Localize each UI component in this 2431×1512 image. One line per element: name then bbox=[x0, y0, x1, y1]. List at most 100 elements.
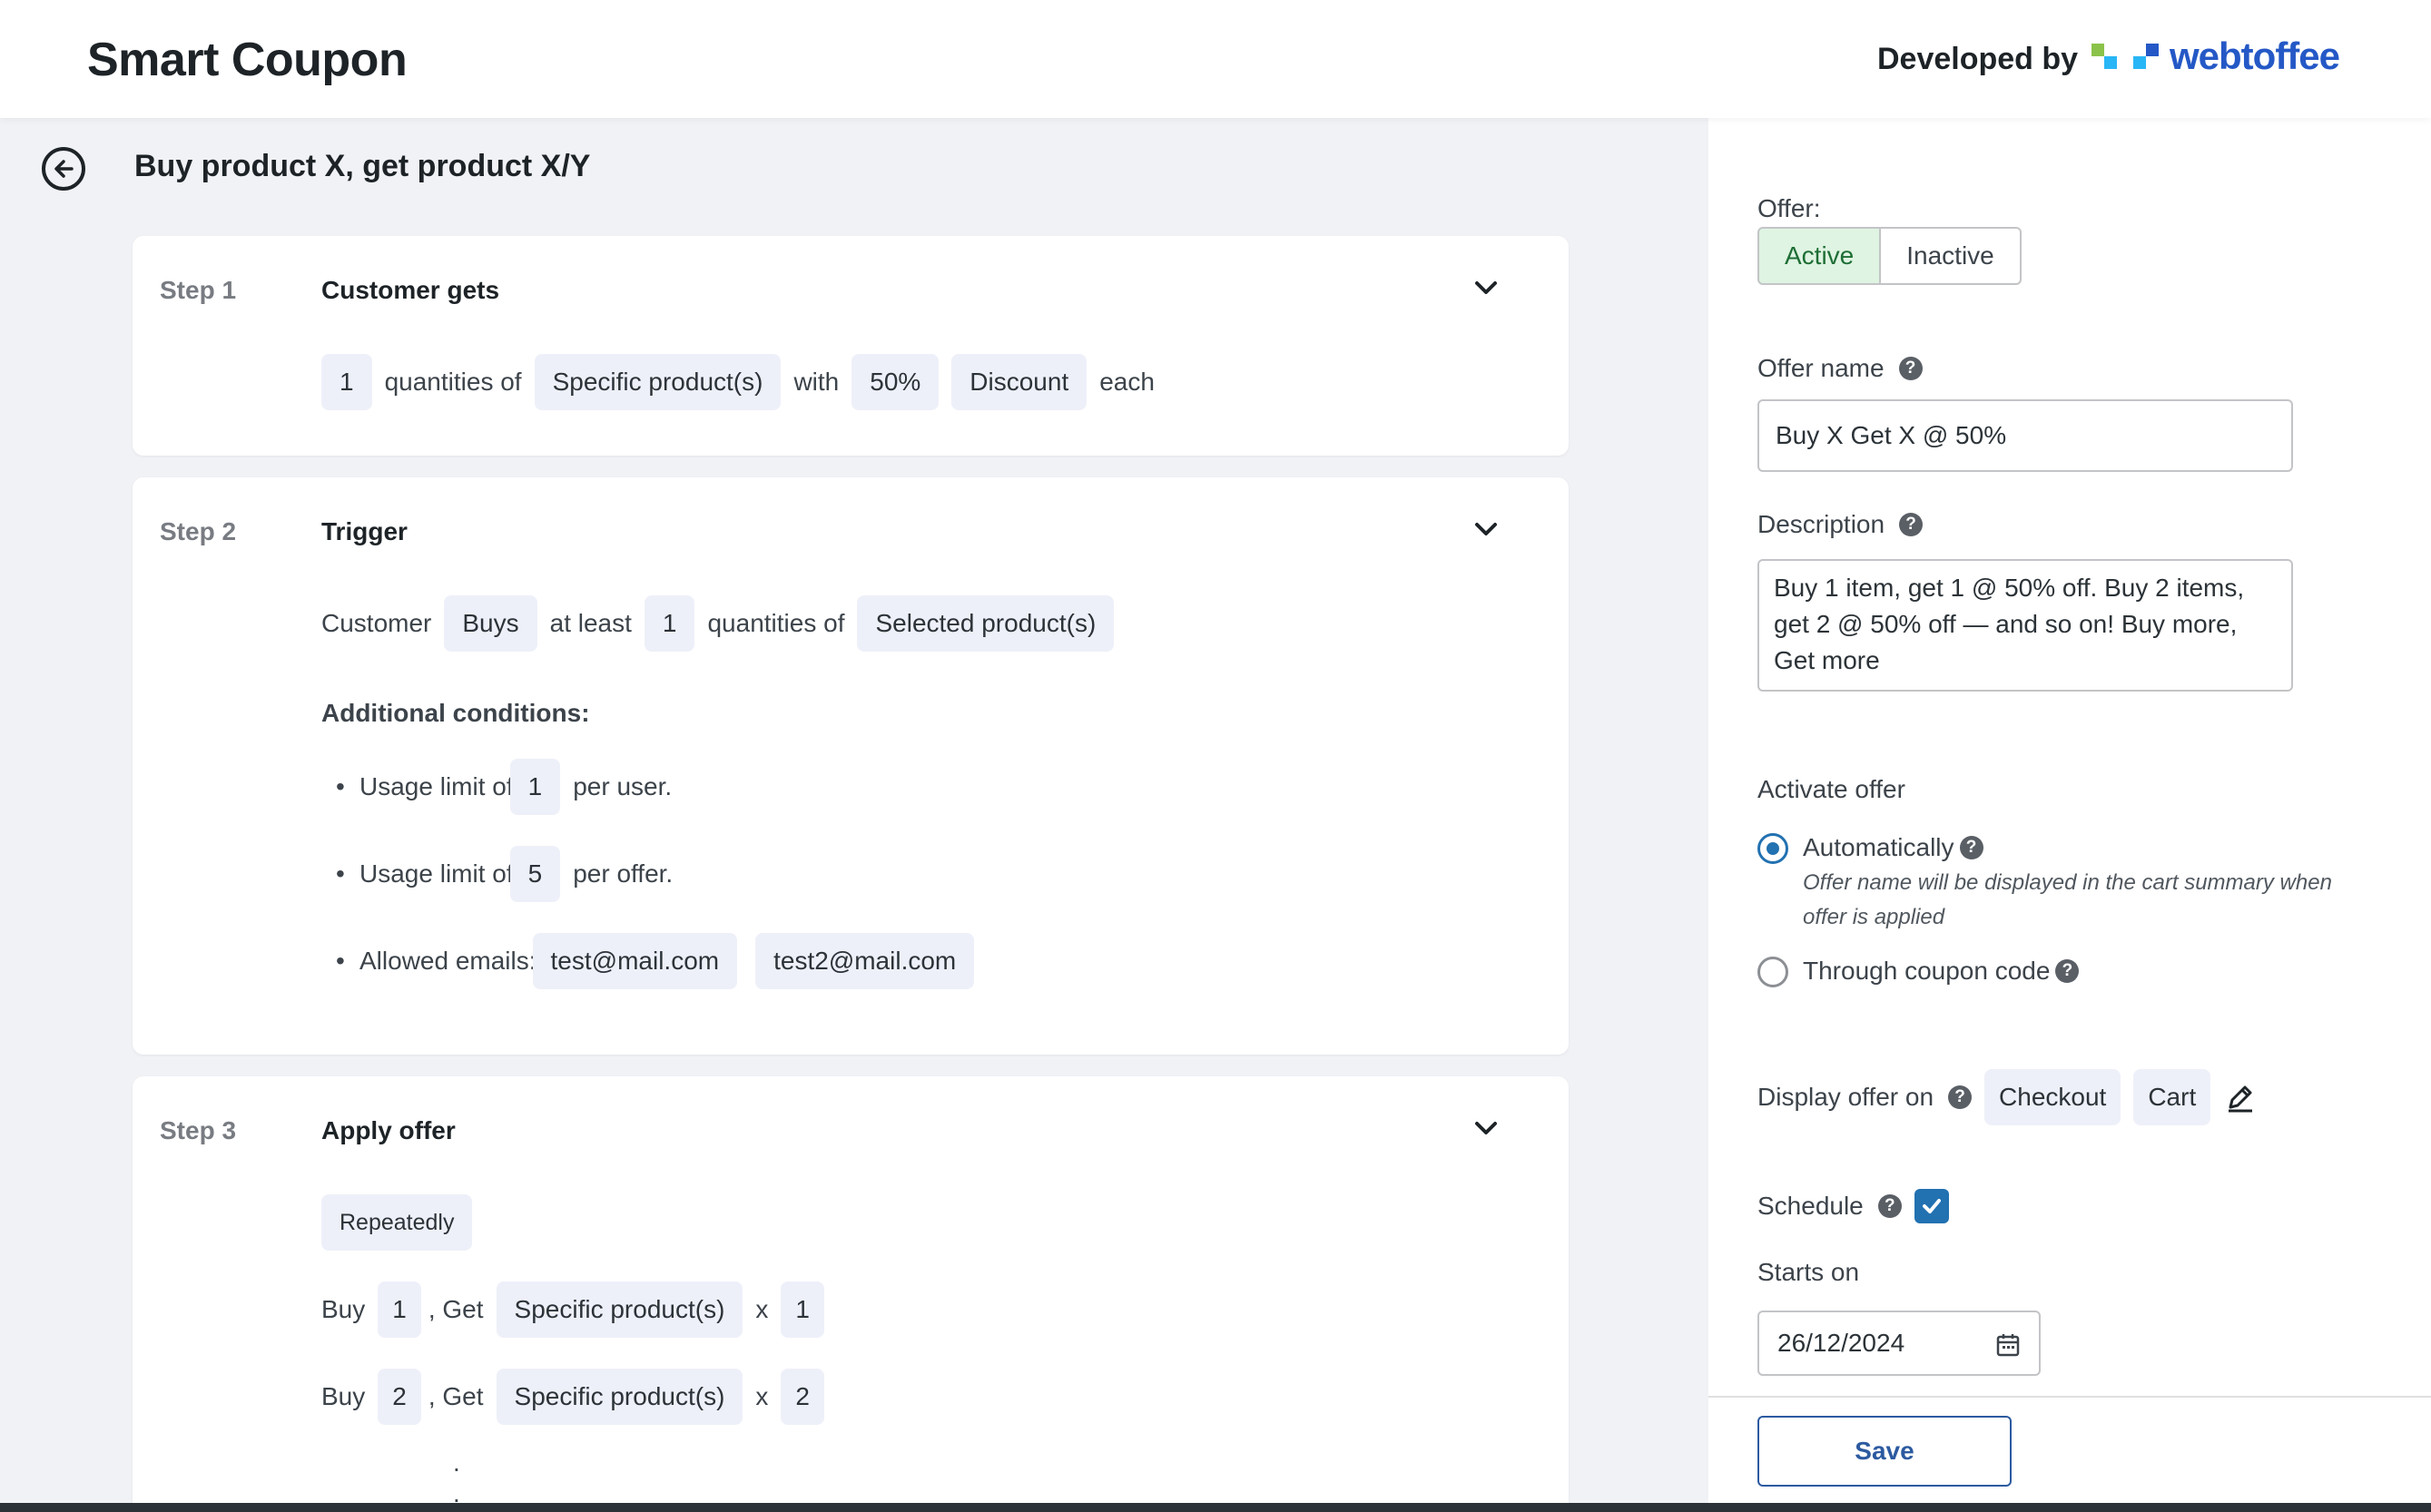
email-chip[interactable]: test2@mail.com bbox=[755, 933, 975, 989]
static-text: x bbox=[755, 1295, 769, 1323]
static-text: quantities of bbox=[707, 609, 845, 637]
schedule-row: Schedule ? bbox=[1757, 1189, 1949, 1223]
static-text: Buy bbox=[321, 1382, 366, 1410]
back-button[interactable] bbox=[42, 147, 85, 191]
static-text: Usage limit of bbox=[359, 772, 514, 800]
static-text: Usage limit of bbox=[359, 859, 514, 888]
condition-item: Allowed emails: test@mail.com test2@mail… bbox=[336, 933, 987, 989]
page-title: Buy product X, get product X/Y bbox=[134, 149, 591, 183]
offer-inactive-button[interactable]: Inactive bbox=[1881, 227, 2022, 285]
footer-divider bbox=[1708, 1396, 2431, 1398]
label-text: Description bbox=[1757, 510, 1885, 538]
coupon-code-label: Through coupon code ? bbox=[1803, 957, 2080, 986]
condition-item: Usage limit of 5 per offer. bbox=[336, 846, 674, 902]
label-text: Schedule bbox=[1757, 1192, 1864, 1220]
rule-row: Buy 1 , Get Specific product(s) x 1 bbox=[321, 1281, 837, 1338]
help-icon[interactable]: ? bbox=[1948, 1085, 1973, 1109]
usage-limit-offer-chip[interactable]: 5 bbox=[509, 846, 561, 902]
brand-name: webtoffee bbox=[2170, 34, 2340, 77]
display-offer-row: Display offer on ? Checkout Cart bbox=[1757, 1069, 2256, 1125]
coupon-code-radio[interactable] bbox=[1757, 957, 1788, 987]
label-text: Automatically bbox=[1803, 833, 1954, 861]
step-label: Step 1 bbox=[160, 276, 237, 304]
usage-limit-user-chip[interactable]: 1 bbox=[509, 759, 561, 815]
description-label: Description ? bbox=[1757, 510, 1924, 539]
customer-gets-row: 1 quantities of Specific product(s) with… bbox=[321, 354, 1167, 410]
ellipsis-dot: . bbox=[453, 1448, 460, 1477]
arrow-left-icon bbox=[54, 160, 74, 178]
static-text: per user. bbox=[573, 772, 673, 800]
additional-conditions-title: Additional conditions: bbox=[321, 699, 590, 727]
chevron-down-icon[interactable] bbox=[1471, 1113, 1501, 1144]
offer-name-input[interactable]: Buy X Get X @ 50% bbox=[1757, 399, 2293, 472]
offer-status-label: Offer: bbox=[1757, 194, 1821, 222]
help-icon[interactable]: ? bbox=[1877, 1194, 1902, 1218]
display-cart-pill[interactable]: Cart bbox=[2133, 1069, 2211, 1125]
step-2-card: Step 2 Trigger Customer Buys at least 1 … bbox=[133, 477, 1569, 1055]
help-icon[interactable]: ? bbox=[1899, 513, 1924, 536]
help-icon[interactable]: ? bbox=[1898, 357, 1923, 380]
product-chip[interactable]: Specific product(s) bbox=[496, 1369, 743, 1425]
help-icon[interactable]: ? bbox=[2055, 959, 2080, 983]
get-quantity-chip[interactable]: 2 bbox=[781, 1369, 824, 1425]
step-label: Step 2 bbox=[160, 517, 237, 545]
apply-mode-row: Repeatedly bbox=[321, 1194, 485, 1251]
condition-item: Usage limit of 1 per user. bbox=[336, 759, 673, 815]
auto-activate-radio[interactable] bbox=[1757, 833, 1788, 864]
starts-on-label: Starts on bbox=[1757, 1258, 1860, 1286]
calendar-icon[interactable] bbox=[1995, 1332, 2021, 1358]
buy-quantity-chip[interactable]: 1 bbox=[378, 1281, 421, 1338]
step-3-card: Step 3 Apply offer Repeatedly Buy 1 , Ge… bbox=[133, 1076, 1569, 1512]
description-textarea[interactable]: Buy 1 item, get 1 @ 50% off. Buy 2 items… bbox=[1757, 559, 2293, 692]
repeat-mode-chip[interactable]: Repeatedly bbox=[321, 1194, 473, 1251]
start-date-input[interactable]: 26/12/2024 bbox=[1757, 1311, 2041, 1376]
trigger-row: Customer Buys at least 1 quantities of S… bbox=[321, 595, 1127, 652]
step-title: Apply offer bbox=[321, 1116, 456, 1144]
step-title: Customer gets bbox=[321, 276, 500, 304]
offer-active-button[interactable]: Active bbox=[1757, 227, 1882, 285]
discount-type-chip[interactable]: Discount bbox=[951, 354, 1088, 410]
quantity-chip[interactable]: 1 bbox=[644, 595, 695, 652]
email-chip[interactable]: test@mail.com bbox=[532, 933, 738, 989]
static-text: with bbox=[793, 368, 840, 396]
bottom-edge bbox=[0, 1503, 2431, 1512]
action-chip[interactable]: Buys bbox=[444, 595, 537, 652]
static-text: , Get bbox=[428, 1382, 484, 1410]
chevron-down-icon[interactable] bbox=[1471, 514, 1501, 545]
get-quantity-chip[interactable]: 1 bbox=[781, 1281, 824, 1338]
product-chip[interactable]: Specific product(s) bbox=[534, 354, 782, 410]
save-button[interactable]: Save bbox=[1757, 1416, 2012, 1487]
label-text: Offer name bbox=[1757, 354, 1885, 382]
step-title: Trigger bbox=[321, 517, 408, 545]
static-text: x bbox=[755, 1382, 769, 1410]
display-checkout-pill[interactable]: Checkout bbox=[1984, 1069, 2121, 1125]
static-text: quantities of bbox=[384, 368, 522, 396]
offer-name-label: Offer name ? bbox=[1757, 354, 1923, 383]
static-text: , Get bbox=[428, 1295, 484, 1323]
static-text: per offer. bbox=[573, 859, 674, 888]
step-1-card: Step 1 Customer gets 1 quantities of Spe… bbox=[133, 236, 1569, 456]
label-text: Display offer on bbox=[1757, 1083, 1934, 1111]
schedule-checkbox[interactable] bbox=[1914, 1189, 1949, 1223]
static-text: Buy bbox=[321, 1295, 366, 1323]
edit-pencil-icon[interactable] bbox=[2225, 1082, 2256, 1113]
auto-activate-label: Automatically ? bbox=[1803, 833, 1983, 862]
help-icon[interactable]: ? bbox=[1959, 836, 1983, 859]
buy-quantity-chip[interactable]: 2 bbox=[378, 1369, 421, 1425]
rule-row: Buy 2 , Get Specific product(s) x 2 bbox=[321, 1369, 837, 1425]
product-chip[interactable]: Selected product(s) bbox=[857, 595, 1115, 652]
activate-offer-label: Activate offer bbox=[1757, 775, 1905, 803]
checkmark-icon bbox=[1922, 1199, 1941, 1213]
quantity-chip[interactable]: 1 bbox=[321, 354, 372, 410]
chevron-down-icon[interactable] bbox=[1471, 272, 1501, 303]
auto-activate-hint: Offer name will be displayed in the cart… bbox=[1803, 870, 2332, 929]
developed-by-label: Developed by bbox=[1877, 42, 2079, 76]
start-date-value: 26/12/2024 bbox=[1777, 1329, 1905, 1357]
static-text: Customer bbox=[321, 609, 432, 637]
offer-status-toggle: Active Inactive bbox=[1757, 227, 2022, 285]
top-bar: Smart Coupon Developed by webtoffee bbox=[0, 0, 2431, 118]
static-text: each bbox=[1099, 368, 1155, 396]
product-chip[interactable]: Specific product(s) bbox=[496, 1281, 743, 1338]
offer-settings-panel: Offer: Active Inactive Offer name ? Buy … bbox=[1708, 118, 2431, 1512]
discount-amount-chip[interactable]: 50% bbox=[851, 354, 940, 410]
